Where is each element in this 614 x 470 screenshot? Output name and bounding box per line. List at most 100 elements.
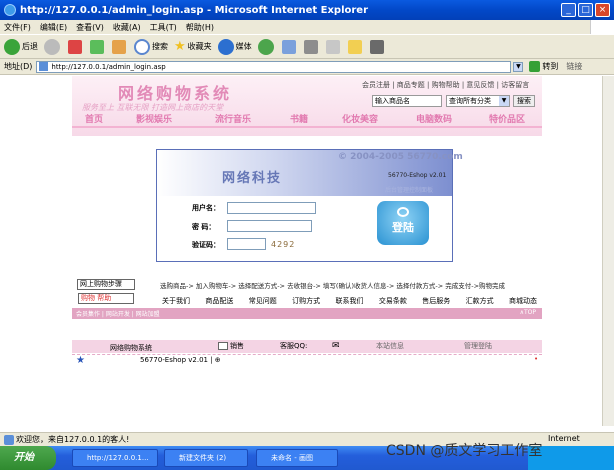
menu-help[interactable]: 帮助(H) (186, 22, 214, 33)
messenger-button[interactable] (369, 39, 386, 54)
sales-label: 销售 (230, 342, 244, 350)
edit-button[interactable] (325, 39, 342, 54)
captcha-input[interactable] (227, 238, 266, 250)
menu-view[interactable]: 查看(V) (76, 22, 104, 33)
address-dropdown-icon[interactable]: ▼ (513, 61, 524, 72)
status-text: 欢迎您，来自127.0.0.1的客人! (16, 435, 130, 444)
mail-icon[interactable]: ✉ (332, 341, 340, 351)
forward-button[interactable] (44, 38, 62, 55)
nav-home[interactable]: 首页 (72, 112, 116, 126)
copyright-text: © 2004-2005 56770.com (338, 152, 463, 162)
ie-icon (4, 4, 16, 16)
go-button[interactable]: 转到 (542, 61, 558, 72)
footer-news[interactable]: 商城动态 (509, 296, 537, 306)
search-input[interactable]: 输入商品名 (372, 95, 442, 107)
footer-aftersale[interactable]: 售后服务 (422, 296, 450, 306)
sales-icon (218, 342, 228, 350)
links-label[interactable]: 链接 (566, 61, 582, 72)
address-label: 地址(D) (4, 62, 33, 71)
minimize-button[interactable]: _ (561, 3, 576, 17)
shopping-help-button[interactable]: 购物 帮助 (78, 293, 134, 304)
star-icon: ★ (76, 355, 85, 366)
mail-button[interactable] (281, 39, 298, 54)
site-nav: 首页 影视娱乐 流行音乐 书籍 化妆美容 电脑数码 特价品区 (72, 112, 542, 126)
folder-button[interactable] (347, 39, 364, 54)
address-url: http://127.0.0.1/admin_login.asp (51, 62, 166, 71)
nav-beauty[interactable]: 化妆美容 (324, 112, 396, 126)
history-icon (257, 38, 274, 55)
back-arrow-icon (4, 38, 20, 55)
home-icon (112, 39, 126, 54)
username-input[interactable] (227, 202, 316, 214)
shopping-steps-button[interactable]: 网上购物步骤 (77, 279, 135, 290)
windows-logo (590, 20, 614, 34)
footer-terms[interactable]: 交易条款 (379, 296, 407, 306)
task-folder[interactable]: 新建文件夹 (2) (164, 449, 248, 467)
print-button[interactable] (303, 39, 320, 54)
site-info-link[interactable]: 本站信息 (376, 341, 404, 351)
media-button[interactable]: 媒体 (217, 38, 252, 55)
nav-books[interactable]: 书籍 (274, 112, 324, 126)
print-icon (303, 39, 318, 54)
refresh-button[interactable] (90, 39, 106, 54)
captcha-image: 4292 (271, 240, 296, 249)
footer-faq[interactable]: 常见问题 (249, 296, 277, 306)
footer-about[interactable]: 关于我们 (162, 296, 190, 306)
nav-specials[interactable]: 特价品区 (472, 112, 542, 126)
edit-icon (325, 39, 340, 54)
back-button[interactable]: 后退 (4, 38, 38, 55)
stop-button[interactable] (68, 39, 84, 54)
back-to-top-link[interactable]: ∧TOP (520, 309, 536, 316)
footer-payment[interactable]: 汇款方式 (466, 296, 494, 306)
menu-favorites[interactable]: 收藏(A) (113, 22, 141, 33)
username-label: 用户名： (192, 204, 220, 212)
toolbar: 后退 搜索 ★ 收藏夹 媒体 (0, 34, 614, 59)
footer-pink-bar: 会员集作 | 网站开发 | 网站加盟 ∧TOP (72, 308, 542, 319)
task-paint[interactable]: 未命名 - 画图 (256, 449, 338, 467)
address-bar: 地址(D) http://127.0.0.1/admin_login.asp ▼… (0, 59, 614, 75)
category-select[interactable]: 查询所有分类 ▼ (446, 95, 510, 107)
footer-delivery[interactable]: 商品配送 (205, 296, 233, 306)
arrow-icon (397, 207, 409, 217)
footer-version: 56770-Eshop v2.01 | ⊕ (140, 356, 221, 364)
footer-partner-links[interactable]: 会员集作 | 网站开发 | 网站加盟 (76, 309, 160, 318)
version-text: 56770-Eshop v2.01 (388, 172, 447, 179)
top-links[interactable]: 会员注册 | 商品专题 | 购物帮助 | 意见反馈 | 访客留言 (362, 80, 529, 90)
window-titlebar: http://127.0.0.1/admin_login.asp - Micro… (0, 0, 614, 20)
stop-icon (68, 39, 82, 54)
nav-movies[interactable]: 影视娱乐 (116, 112, 192, 126)
admin-login-link[interactable]: 管理登陆 (464, 341, 492, 351)
footer-contact[interactable]: 联系我们 (336, 296, 364, 306)
category-select-value: 查询所有分类 (449, 97, 491, 105)
favorites-button[interactable]: ★ 收藏夹 (174, 39, 212, 54)
nav-music[interactable]: 流行音乐 (192, 112, 274, 126)
brand-title: 网络科技 (222, 171, 283, 186)
search-submit-button[interactable]: 搜索 (513, 95, 535, 107)
menu-file[interactable]: 文件(F) (4, 22, 31, 33)
address-input[interactable]: http://127.0.0.1/admin_login.asp (36, 60, 512, 73)
search-icon (134, 38, 150, 55)
shopping-steps-text: 选购商品-> 加入购物车-> 选择配送方式-> 去收银台-> 填写(确认)收货人… (160, 282, 506, 290)
bullet-icon: • (534, 355, 539, 363)
start-button[interactable]: 开始 (0, 446, 56, 470)
maximize-button[interactable]: □ (578, 3, 593, 17)
star-icon: ★ (174, 39, 186, 54)
media-icon (217, 38, 234, 55)
admin-panel-title: 后台管理控制面板 (385, 187, 434, 194)
close-button[interactable]: × (595, 3, 610, 17)
home-button[interactable] (112, 39, 128, 54)
vertical-scrollbar[interactable] (602, 76, 614, 426)
window-title: http://127.0.0.1/admin_login.asp - Micro… (20, 4, 369, 16)
footer-order[interactable]: 订购方式 (292, 296, 320, 306)
page-icon (39, 62, 49, 71)
task-ie[interactable]: http://127.0.0.1... (72, 449, 158, 467)
menu-tools[interactable]: 工具(T) (150, 22, 177, 33)
nav-digital[interactable]: 电脑数码 (396, 112, 472, 126)
messenger-icon (369, 39, 384, 54)
menu-edit[interactable]: 编辑(E) (40, 22, 67, 33)
search-button[interactable]: 搜索 (134, 38, 168, 55)
go-arrow-icon[interactable] (529, 61, 541, 72)
login-button[interactable]: 登陆 (377, 201, 429, 245)
password-input[interactable] (227, 220, 312, 232)
history-button[interactable] (257, 38, 276, 55)
